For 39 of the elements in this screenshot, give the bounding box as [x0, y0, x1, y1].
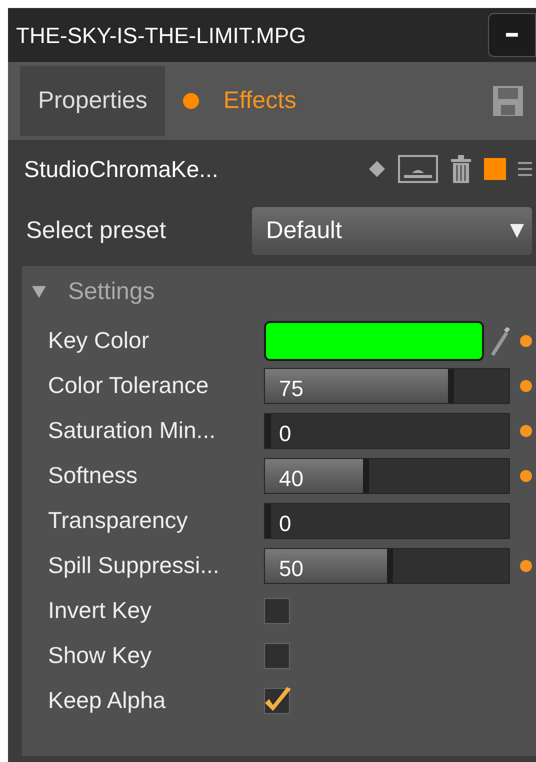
- caret-icon: [510, 224, 524, 238]
- setting-label: Spill Suppressi...: [48, 551, 220, 580]
- setting-label: Transparency: [48, 506, 189, 536]
- color-swatch[interactable]: [264, 320, 484, 360]
- slider-value: 50: [279, 554, 304, 582]
- slider-track[interactable]: 0: [264, 412, 510, 448]
- minimize-button[interactable]: ━: [488, 13, 536, 57]
- effect-name: StudioChromaKe...: [24, 154, 220, 184]
- diamond-icon[interactable]: [368, 160, 386, 178]
- image-icon[interactable]: [398, 155, 438, 183]
- setting-label: Key Color: [48, 326, 150, 356]
- slider-value: 0: [279, 510, 292, 538]
- slider-track[interactable]: 0: [264, 502, 510, 538]
- setting-label: Softness: [48, 461, 138, 490]
- setting-label: Show Key: [48, 641, 153, 670]
- save-icon[interactable]: [492, 85, 524, 117]
- checkbox[interactable]: [264, 642, 290, 668]
- preset-label: Select preset: [26, 216, 168, 246]
- slider-value: 75: [279, 374, 304, 402]
- setting-label: Keep Alpha: [48, 686, 167, 716]
- slider-track[interactable]: 50: [264, 548, 510, 584]
- slider-track[interactable]: 75: [264, 368, 510, 404]
- window-title: THE-SKY-IS-THE-LIMIT.MPG: [16, 22, 306, 50]
- trash-icon[interactable]: [450, 155, 472, 183]
- checkbox[interactable]: [264, 688, 290, 714]
- eyedropper-icon[interactable]: [488, 326, 510, 356]
- settings-header[interactable]: Settings: [22, 266, 155, 318]
- enabled-toggle[interactable]: [484, 158, 506, 180]
- slider-value: 40: [279, 464, 304, 492]
- menu-icon[interactable]: [518, 159, 532, 179]
- checkbox[interactable]: [264, 598, 290, 624]
- setting-label: Saturation Min...: [48, 416, 216, 446]
- tab[interactable]: Properties: [20, 66, 166, 136]
- preset-dropdown[interactable]: Default: [252, 207, 532, 255]
- caret-icon: [32, 286, 46, 298]
- slider-track[interactable]: 40: [264, 458, 510, 494]
- slider-value: 0: [279, 420, 292, 448]
- setting-label: Color Tolerance: [48, 371, 210, 400]
- setting-label: Invert Key: [48, 596, 153, 626]
